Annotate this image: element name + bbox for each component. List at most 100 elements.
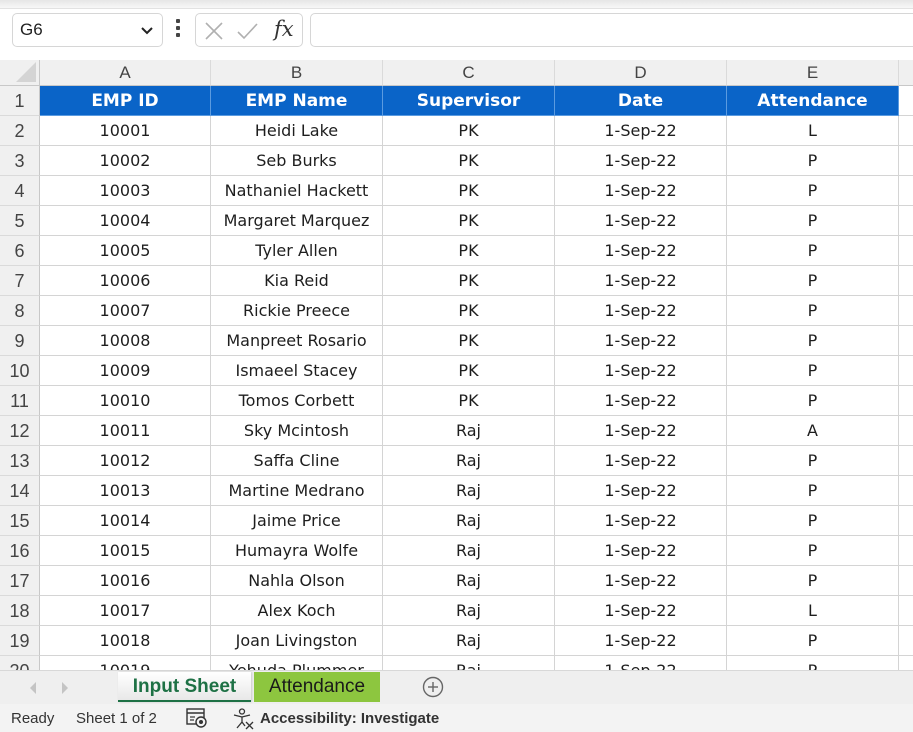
table-cell[interactable]: L	[727, 596, 899, 626]
row-header[interactable]: 2	[0, 116, 40, 146]
row-header[interactable]: 1	[0, 86, 40, 116]
table-cell[interactable]: 10010	[40, 386, 211, 416]
table-cell[interactable]: P	[727, 536, 899, 566]
table-cell[interactable]: Raj	[383, 656, 555, 670]
tab-input-sheet[interactable]: Input Sheet	[118, 672, 251, 702]
empty-cell[interactable]	[899, 86, 913, 116]
cancel-icon[interactable]	[203, 20, 225, 42]
table-cell[interactable]: Raj	[383, 476, 555, 506]
column-header-f[interactable]	[899, 60, 913, 86]
table-cell[interactable]: P	[727, 566, 899, 596]
table-cell[interactable]: P	[727, 326, 899, 356]
table-cell[interactable]: Raj	[383, 506, 555, 536]
row-header[interactable]: 19	[0, 626, 40, 656]
table-cell[interactable]: 10015	[40, 536, 211, 566]
table-cell[interactable]: 10011	[40, 416, 211, 446]
empty-cell[interactable]	[899, 356, 913, 386]
table-cell[interactable]: P	[727, 476, 899, 506]
table-cell[interactable]: 1-Sep-22	[555, 506, 727, 536]
empty-cell[interactable]	[899, 296, 913, 326]
empty-cell[interactable]	[899, 656, 913, 670]
column-header-a[interactable]: A	[40, 60, 211, 86]
table-cell[interactable]: A	[727, 416, 899, 446]
insert-function-icon[interactable]: fx	[274, 17, 294, 41]
row-header[interactable]: 15	[0, 506, 40, 536]
scroll-right-icon[interactable]	[60, 681, 70, 695]
row-header[interactable]: 4	[0, 176, 40, 206]
table-cell[interactable]: 1-Sep-22	[555, 416, 727, 446]
table-cell[interactable]: PK	[383, 146, 555, 176]
add-sheet-icon[interactable]	[422, 676, 444, 698]
scroll-left-icon[interactable]	[28, 681, 38, 695]
empty-cell[interactable]	[899, 476, 913, 506]
empty-cell[interactable]	[899, 206, 913, 236]
table-cell[interactable]: Saffa Cline	[211, 446, 383, 476]
empty-cell[interactable]	[899, 536, 913, 566]
row-header[interactable]: 8	[0, 296, 40, 326]
table-cell[interactable]: 1-Sep-22	[555, 446, 727, 476]
table-cell[interactable]: Rickie Preece	[211, 296, 383, 326]
name-box[interactable]: G6	[12, 13, 163, 47]
table-cell[interactable]: Tyler Allen	[211, 236, 383, 266]
workbook-statistics-icon[interactable]	[186, 708, 208, 728]
table-cell[interactable]: L	[727, 116, 899, 146]
row-header[interactable]: 20	[0, 656, 40, 670]
table-cell[interactable]: 1-Sep-22	[555, 386, 727, 416]
table-cell[interactable]: 10013	[40, 476, 211, 506]
table-cell[interactable]: Margaret Marquez	[211, 206, 383, 236]
table-cell[interactable]: 1-Sep-22	[555, 296, 727, 326]
table-cell[interactable]: Kia Reid	[211, 266, 383, 296]
table-cell[interactable]: 10004	[40, 206, 211, 236]
table-cell[interactable]: 1-Sep-22	[555, 476, 727, 506]
column-header-e[interactable]: E	[727, 60, 899, 86]
table-cell[interactable]: 10001	[40, 116, 211, 146]
row-header[interactable]: 3	[0, 146, 40, 176]
row-header[interactable]: 6	[0, 236, 40, 266]
empty-cell[interactable]	[899, 626, 913, 656]
table-cell[interactable]: Raj	[383, 596, 555, 626]
row-header[interactable]: 18	[0, 596, 40, 626]
table-cell[interactable]: Raj	[383, 446, 555, 476]
table-cell[interactable]: Seb Burks	[211, 146, 383, 176]
spreadsheet-grid[interactable]: A B C D E 1 EMP ID EMP Name Supervisor Date Attend…	[0, 60, 913, 670]
row-header[interactable]: 13	[0, 446, 40, 476]
table-cell[interactable]: P	[727, 626, 899, 656]
table-cell[interactable]: 10003	[40, 176, 211, 206]
table-cell[interactable]: Manpreet Rosario	[211, 326, 383, 356]
table-cell[interactable]: 10019	[40, 656, 211, 670]
table-cell[interactable]: Alex Koch	[211, 596, 383, 626]
header-cell[interactable]: Supervisor	[383, 86, 555, 116]
empty-cell[interactable]	[899, 146, 913, 176]
table-cell[interactable]: PK	[383, 326, 555, 356]
chevron-down-icon[interactable]	[140, 21, 154, 39]
table-cell[interactable]: PK	[383, 176, 555, 206]
table-cell[interactable]: P	[727, 386, 899, 416]
table-cell[interactable]: P	[727, 446, 899, 476]
table-cell[interactable]: Tomos Corbett	[211, 386, 383, 416]
select-all-button[interactable]	[0, 60, 40, 86]
table-cell[interactable]: Jaime Price	[211, 506, 383, 536]
table-cell[interactable]: 10005	[40, 236, 211, 266]
table-cell[interactable]: PK	[383, 386, 555, 416]
table-cell[interactable]: 10018	[40, 626, 211, 656]
empty-cell[interactable]	[899, 176, 913, 206]
table-cell[interactable]: 10012	[40, 446, 211, 476]
empty-cell[interactable]	[899, 266, 913, 296]
table-cell[interactable]: P	[727, 656, 899, 670]
table-cell[interactable]: Heidi Lake	[211, 116, 383, 146]
header-cell[interactable]: Date	[555, 86, 727, 116]
table-cell[interactable]: 1-Sep-22	[555, 566, 727, 596]
table-cell[interactable]: P	[727, 356, 899, 386]
table-cell[interactable]: P	[727, 506, 899, 536]
table-cell[interactable]: PK	[383, 266, 555, 296]
table-cell[interactable]: 10017	[40, 596, 211, 626]
empty-cell[interactable]	[899, 116, 913, 146]
table-cell[interactable]: 1-Sep-22	[555, 536, 727, 566]
table-cell[interactable]: Martine Medrano	[211, 476, 383, 506]
table-cell[interactable]: Raj	[383, 626, 555, 656]
table-cell[interactable]: 1-Sep-22	[555, 656, 727, 670]
accessibility-icon[interactable]	[232, 708, 256, 730]
table-cell[interactable]: 10016	[40, 566, 211, 596]
column-header-b[interactable]: B	[211, 60, 383, 86]
table-cell[interactable]: PK	[383, 116, 555, 146]
